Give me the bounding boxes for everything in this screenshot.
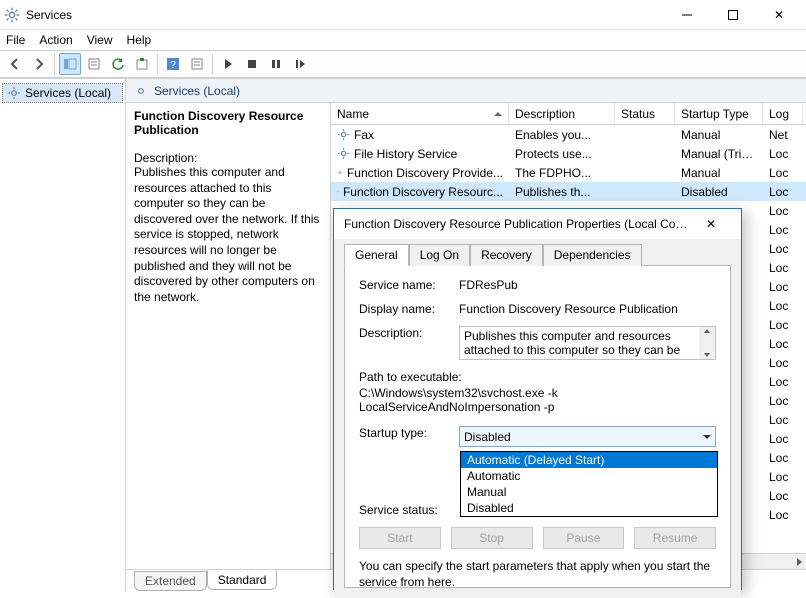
refresh-button[interactable] [107, 53, 129, 75]
description-scrollbar[interactable] [699, 327, 715, 359]
option-automatic[interactable]: Automatic [461, 468, 717, 484]
service-name-value: FDResPub [459, 278, 716, 292]
display-name-label: Display name: [359, 302, 459, 316]
service-name-label: Service name: [359, 278, 459, 292]
toolbar: ? [0, 50, 806, 78]
scroll-down-icon [703, 351, 711, 359]
gear-icon [337, 166, 343, 179]
tab-dependencies[interactable]: Dependencies [543, 244, 642, 266]
tab-recovery[interactable]: Recovery [470, 244, 543, 266]
tree-root-item[interactable]: Services (Local) [2, 83, 123, 103]
table-row[interactable]: Function Discovery Resourc...Publishes t… [331, 182, 806, 201]
gear-icon [337, 128, 350, 141]
dialog-titlebar[interactable]: Function Discovery Resource Publication … [334, 209, 741, 239]
tab-general[interactable]: General [344, 244, 409, 266]
export-button[interactable] [131, 53, 153, 75]
column-status[interactable]: Status [615, 103, 675, 124]
dialog-tabs: General Log On Recovery Dependencies [344, 243, 731, 266]
window-title: Services [26, 8, 72, 22]
dialog-description-text: Publishes this computer and resources at… [464, 329, 680, 360]
detail-pane: Function Discovery Resource Publication … [126, 103, 331, 569]
right-header: Services (Local) [126, 79, 806, 103]
table-row[interactable]: FaxEnables you...ManualNet [331, 125, 806, 144]
close-button[interactable]: ✕ [756, 0, 802, 30]
svg-text:?: ? [170, 60, 176, 71]
column-log-on-as[interactable]: Log [763, 103, 803, 124]
tree-pane: Services (Local) [0, 79, 126, 591]
list-header: Name Description Status Startup Type Log [331, 103, 806, 125]
startup-type-value: Disabled [464, 430, 511, 444]
gear-icon [134, 84, 148, 98]
services-icon [4, 7, 20, 23]
dialog-description-label: Description: [359, 326, 459, 360]
selected-service-name: Function Discovery Resource Publication [134, 109, 322, 137]
resume-button[interactable]: Resume [634, 527, 716, 549]
gear-icon [337, 147, 350, 160]
minimize-button[interactable] [664, 0, 710, 30]
right-header-label: Services (Local) [154, 84, 240, 98]
properties-dialog: Function Discovery Resource Publication … [333, 208, 742, 590]
pause-service-button[interactable] [265, 53, 287, 75]
gear-icon [7, 86, 21, 100]
pause-button[interactable]: Pause [543, 527, 625, 549]
tab-log-on[interactable]: Log On [409, 244, 470, 266]
column-description[interactable]: Description [509, 103, 615, 124]
show-hide-tree-button[interactable] [59, 53, 81, 75]
close-icon: ✕ [706, 217, 716, 231]
table-row[interactable]: Function Discovery Provide...The FDPHO..… [331, 163, 806, 182]
startup-type-dropdown[interactable]: Automatic (Delayed Start) Automatic Manu… [460, 451, 718, 517]
dialog-title: Function Discovery Resource Publication … [344, 217, 691, 231]
menu-file[interactable]: File [6, 33, 25, 47]
maximize-button[interactable] [710, 0, 756, 30]
menu-help[interactable]: Help [127, 33, 152, 47]
dialog-description-box[interactable]: Publishes this computer and resources at… [459, 326, 716, 360]
menu-action[interactable]: Action [39, 33, 72, 47]
dialog-close-button[interactable]: ✕ [691, 209, 731, 239]
description-label: Description: [134, 151, 322, 165]
path-label: Path to executable: [359, 370, 716, 384]
path-value: C:\Windows\system32\svchost.exe -k Local… [359, 386, 716, 414]
forward-button[interactable] [28, 53, 50, 75]
titlebar: Services ✕ [0, 0, 806, 30]
scroll-right-icon [794, 557, 804, 567]
display-name-value: Function Discovery Resource Publication [459, 302, 716, 316]
table-row[interactable]: File History ServiceProtects use...Manua… [331, 144, 806, 163]
start-parameters-hint: You can specify the start parameters tha… [359, 559, 716, 590]
tab-panel-general: Service name: FDResPub Display name: Fun… [344, 266, 731, 588]
secondary-properties-button[interactable] [186, 53, 208, 75]
help-button[interactable]: ? [162, 53, 184, 75]
option-automatic-delayed[interactable]: Automatic (Delayed Start) [461, 452, 717, 468]
description-text: Publishes this computer and resources at… [134, 165, 322, 305]
menubar: File Action View Help [0, 30, 806, 50]
start-button[interactable]: Start [359, 527, 441, 549]
service-status-label: Service status: [359, 503, 459, 517]
chevron-down-icon [703, 435, 711, 443]
column-name[interactable]: Name [331, 103, 509, 124]
tree-root-label: Services (Local) [25, 86, 111, 100]
tab-standard[interactable]: Standard [207, 570, 278, 590]
column-startup-type[interactable]: Startup Type [675, 103, 763, 124]
menu-view[interactable]: View [87, 33, 113, 47]
properties-button[interactable] [83, 53, 105, 75]
startup-type-combo[interactable]: Disabled [459, 426, 716, 447]
stop-button[interactable]: Stop [451, 527, 533, 549]
gear-icon [337, 185, 339, 198]
back-button[interactable] [4, 53, 26, 75]
scroll-up-icon [703, 327, 711, 335]
stop-service-button[interactable] [241, 53, 263, 75]
tab-extended[interactable]: Extended [134, 571, 207, 591]
close-icon: ✕ [774, 8, 784, 22]
restart-service-button[interactable] [289, 53, 311, 75]
option-manual[interactable]: Manual [461, 484, 717, 500]
startup-type-label: Startup type: [359, 426, 459, 447]
start-service-button[interactable] [217, 53, 239, 75]
option-disabled[interactable]: Disabled [461, 500, 717, 516]
